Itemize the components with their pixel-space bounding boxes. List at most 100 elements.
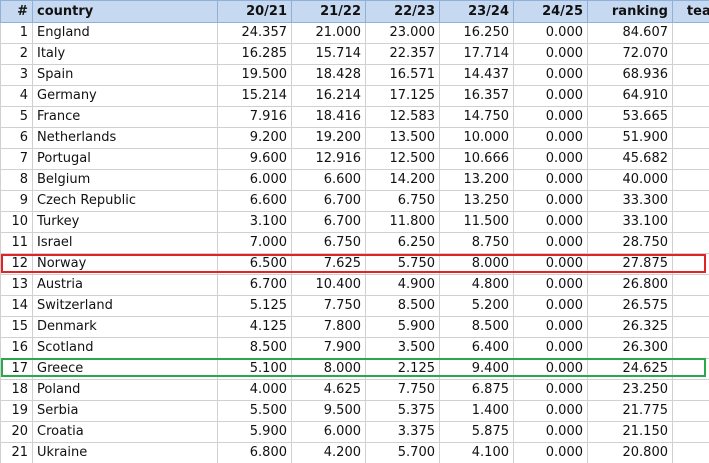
cell-season-2324: 10.666 bbox=[439, 148, 514, 170]
cell-country: Germany bbox=[32, 85, 218, 107]
cell-season-2425: 0.000 bbox=[513, 253, 588, 275]
cell-ranking: 53.665 bbox=[587, 106, 673, 128]
cell-teams: 0 bbox=[672, 190, 709, 212]
cell-rank-number: 20 bbox=[0, 421, 33, 443]
cell-country: Turkey bbox=[32, 211, 218, 233]
cell-season-2425: 0.000 bbox=[513, 64, 588, 86]
cell-season-2021: 16.285 bbox=[217, 43, 292, 65]
cell-teams: 0 bbox=[672, 22, 709, 44]
cell-season-2122: 16.214 bbox=[291, 85, 366, 107]
cell-season-2324: 13.250 bbox=[439, 190, 514, 212]
cell-teams: 0 bbox=[672, 169, 709, 191]
header-season-2122[interactable]: 21/22 bbox=[291, 0, 366, 23]
cell-season-2324: 16.250 bbox=[439, 22, 514, 44]
cell-season-2223: 3.500 bbox=[365, 337, 440, 359]
table-body: 1 England 24.357 21.000 23.000 16.250 0.000 84.… bbox=[0, 22, 709, 463]
header-season-2425[interactable]: 24/25 bbox=[513, 0, 588, 23]
table-row[interactable]: 15 Denmark 4.125 7.800 5.900 8.500 0.000 26.325… bbox=[0, 316, 709, 338]
table-row[interactable]: 21 Ukraine 6.800 4.200 5.700 4.100 0.000 20.800… bbox=[0, 442, 709, 463]
cell-season-2021: 3.100 bbox=[217, 211, 292, 233]
cell-season-2425: 0.000 bbox=[513, 232, 588, 254]
cell-teams: 0 bbox=[672, 232, 709, 254]
table-row[interactable]: 6 Netherlands 9.200 19.200 13.500 10.000 0.000… bbox=[0, 127, 709, 149]
cell-season-2223: 11.800 bbox=[365, 211, 440, 233]
cell-season-2223: 12.500 bbox=[365, 148, 440, 170]
header-season-2324[interactable]: 23/24 bbox=[439, 0, 514, 23]
cell-season-2324: 17.714 bbox=[439, 43, 514, 65]
table-row[interactable]: 2 Italy 16.285 15.714 22.357 17.714 0.000 72.07… bbox=[0, 43, 709, 65]
cell-ranking: 21.150 bbox=[587, 421, 673, 443]
table-row[interactable]: 14 Switzerland 5.125 7.750 8.500 5.200 0.000 26… bbox=[0, 295, 709, 317]
cell-season-2425: 0.000 bbox=[513, 211, 588, 233]
table-row[interactable]: 4 Germany 15.214 16.214 17.125 16.357 0.000 64.… bbox=[0, 85, 709, 107]
cell-season-2425: 0.000 bbox=[513, 85, 588, 107]
cell-teams: 0 bbox=[672, 421, 709, 443]
cell-teams: 0 bbox=[672, 358, 709, 380]
cell-season-2122: 10.400 bbox=[291, 274, 366, 296]
cell-ranking: 26.800 bbox=[587, 274, 673, 296]
cell-season-2425: 0.000 bbox=[513, 421, 588, 443]
table-row[interactable]: 3 Spain 19.500 18.428 16.571 14.437 0.000 68.93… bbox=[0, 64, 709, 86]
cell-teams: 0 bbox=[672, 442, 709, 463]
cell-country: Croatia bbox=[32, 421, 218, 443]
header-row: # country 20/21 21/22 22/23 23/24 24/25 … bbox=[0, 0, 709, 23]
table-row[interactable]: 5 France 7.916 18.416 12.583 14.750 0.000 53.66… bbox=[0, 106, 709, 128]
cell-season-2021: 9.200 bbox=[217, 127, 292, 149]
header-season-2223[interactable]: 22/23 bbox=[365, 0, 440, 23]
cell-season-2122: 6.600 bbox=[291, 169, 366, 191]
table-row[interactable]: 16 Scotland 8.500 7.900 3.500 6.400 0.000 26.30… bbox=[0, 337, 709, 359]
table-row[interactable]: 7 Portugal 9.600 12.916 12.500 10.666 0.000 45.… bbox=[0, 148, 709, 170]
cell-rank-number: 7 bbox=[0, 148, 33, 170]
header-country[interactable]: country bbox=[32, 0, 218, 23]
cell-season-2324: 16.357 bbox=[439, 85, 514, 107]
table-row[interactable]: 1 England 24.357 21.000 23.000 16.250 0.000 84.… bbox=[0, 22, 709, 44]
cell-season-2021: 6.500 bbox=[217, 253, 292, 275]
cell-teams: 0 bbox=[672, 400, 709, 422]
cell-season-2122: 8.000 bbox=[291, 358, 366, 380]
cell-season-2223: 12.583 bbox=[365, 106, 440, 128]
cell-season-2324: 8.500 bbox=[439, 316, 514, 338]
cell-season-2425: 0.000 bbox=[513, 316, 588, 338]
cell-season-2122: 4.625 bbox=[291, 379, 366, 401]
table-row[interactable]: 12Norway6.5007.6255.7508.0000.00027.8750 bbox=[0, 253, 709, 275]
cell-rank-number: 10 bbox=[0, 211, 33, 233]
cell-country: Serbia bbox=[32, 400, 218, 422]
cell-season-2324: 14.750 bbox=[439, 106, 514, 128]
cell-country: Czech Republic bbox=[32, 190, 218, 212]
cell-ranking: 21.775 bbox=[587, 400, 673, 422]
table-row[interactable]: 9 Czech Republic 6.600 6.700 6.750 13.250 0.00… bbox=[0, 190, 709, 212]
table-row[interactable]: 8 Belgium 6.000 6.600 14.200 13.200 0.000 40.00… bbox=[0, 169, 709, 191]
cell-rank-number: 16 bbox=[0, 337, 33, 359]
cell-country: Spain bbox=[32, 64, 218, 86]
cell-teams: 0 bbox=[672, 379, 709, 401]
cell-ranking: 33.300 bbox=[587, 190, 673, 212]
cell-season-2122: 6.750 bbox=[291, 232, 366, 254]
cell-rank-number: 12 bbox=[0, 253, 33, 275]
cell-season-2425: 0.000 bbox=[513, 400, 588, 422]
table-row[interactable]: 10 Turkey 3.100 6.700 11.800 11.500 0.000 33.10… bbox=[0, 211, 709, 233]
table-row[interactable]: 13 Austria 6.700 10.400 4.900 4.800 0.000 26.80… bbox=[0, 274, 709, 296]
cell-season-2122: 6.000 bbox=[291, 421, 366, 443]
cell-season-2122: 7.900 bbox=[291, 337, 366, 359]
cell-season-2021: 9.600 bbox=[217, 148, 292, 170]
cell-ranking: 28.750 bbox=[587, 232, 673, 254]
table-row[interactable]: 11Israel7.0006.7506.2508.7500.00028.7500 bbox=[0, 232, 709, 254]
table-row[interactable]: 20 Croatia 5.900 6.000 3.375 5.875 0.000 21.150… bbox=[0, 421, 709, 443]
header-ranking[interactable]: ranking bbox=[587, 0, 673, 23]
cell-teams: 0 bbox=[672, 211, 709, 233]
table-row[interactable]: 18Poland4.0004.6257.7506.8750.00023.2500 bbox=[0, 379, 709, 401]
header-season-2021[interactable]: 20/21 bbox=[217, 0, 292, 23]
cell-rank-number: 11 bbox=[0, 232, 33, 254]
table-row[interactable]: 17Greece5.1008.0002.1259.4000.00024.6250 bbox=[0, 358, 709, 380]
header-rank-number[interactable]: # bbox=[0, 0, 33, 23]
header-teams[interactable]: teams bbox=[672, 0, 709, 23]
cell-season-2223: 17.125 bbox=[365, 85, 440, 107]
cell-season-2324: 1.400 bbox=[439, 400, 514, 422]
cell-season-2223: 6.250 bbox=[365, 232, 440, 254]
cell-country: Denmark bbox=[32, 316, 218, 338]
table-row[interactable]: 19Serbia5.5009.5005.3751.4000.00021.7750 bbox=[0, 400, 709, 422]
cell-season-2425: 0.000 bbox=[513, 442, 588, 463]
cell-season-2021: 4.125 bbox=[217, 316, 292, 338]
cell-teams: 0 bbox=[672, 316, 709, 338]
cell-country: Israel bbox=[32, 232, 218, 254]
